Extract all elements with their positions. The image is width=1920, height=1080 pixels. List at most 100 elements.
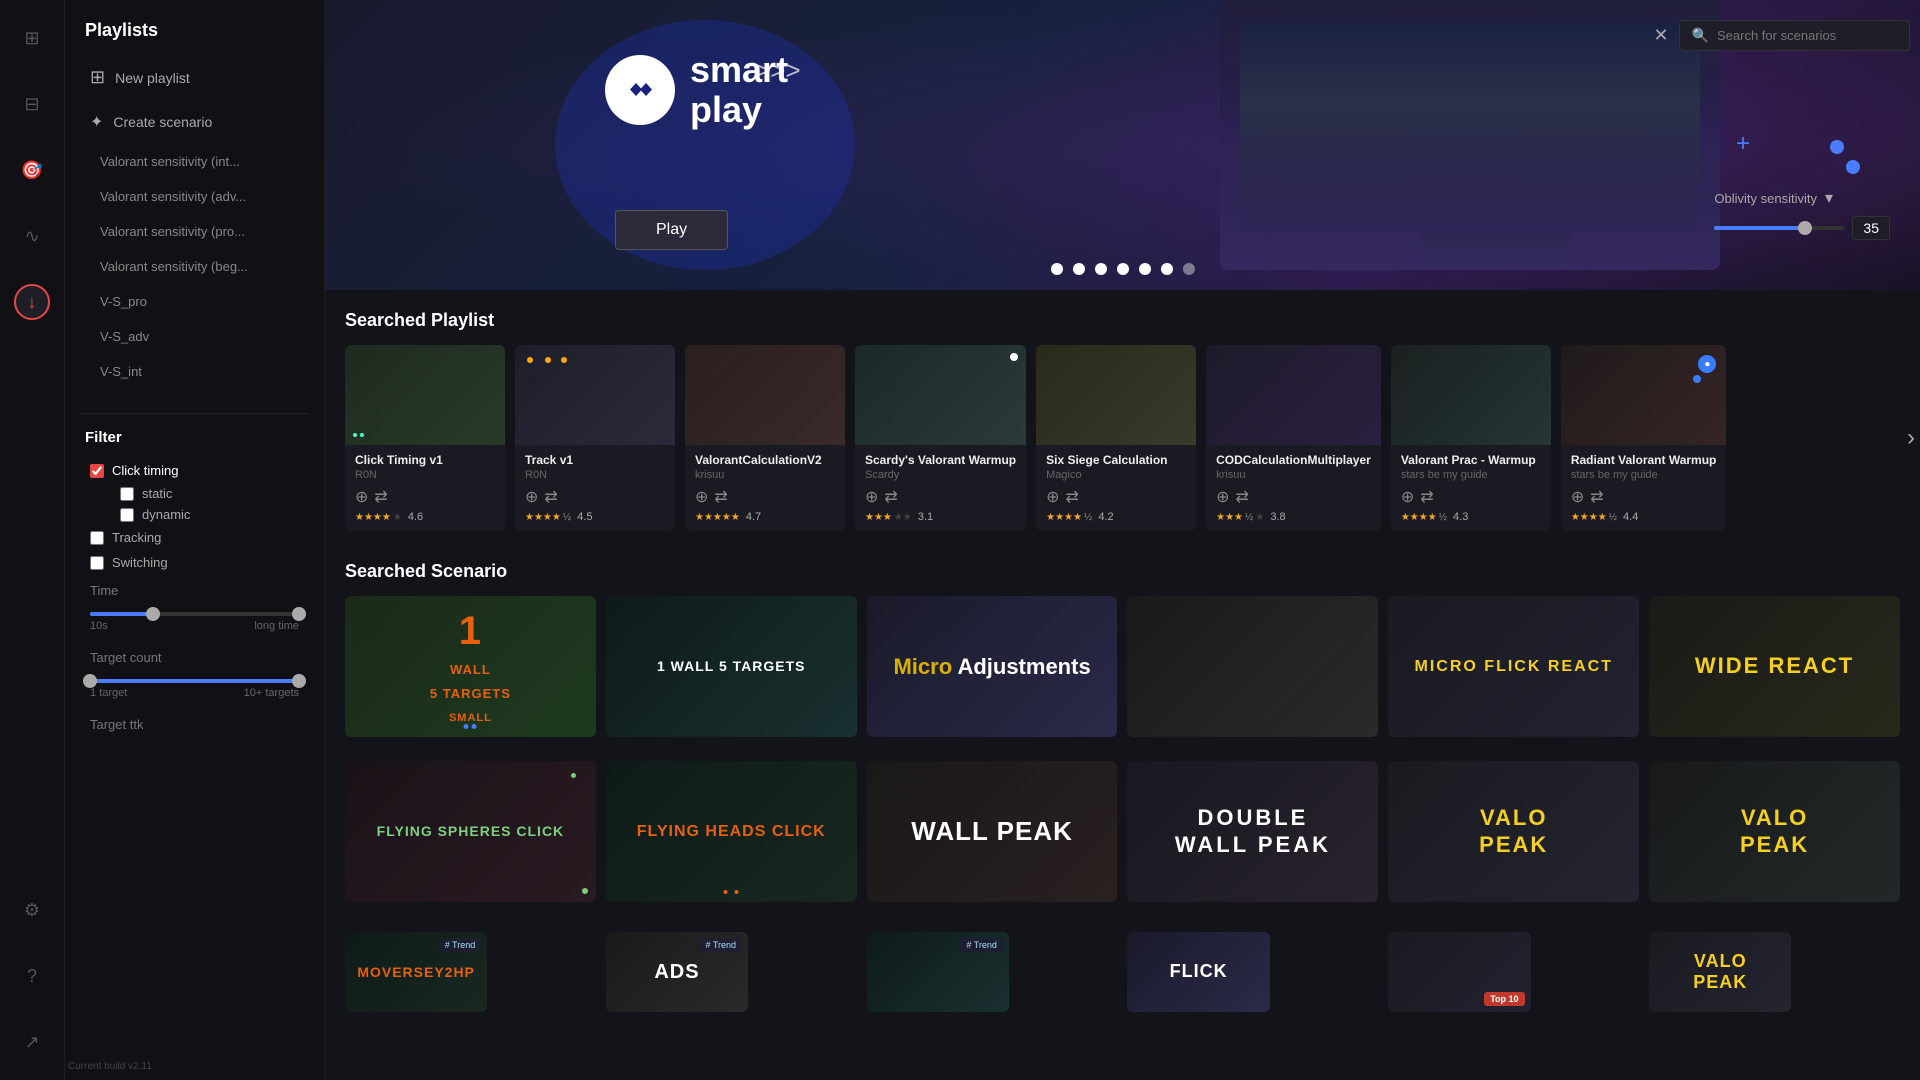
search-box[interactable]: 🔍 [1679, 20, 1910, 51]
scenario-card-3[interactable]: Micro Adjustments [867, 596, 1118, 737]
scenario-card-6[interactable]: WIDE REACT [1649, 596, 1900, 737]
new-playlist-label: New playlist [115, 70, 190, 86]
scenario-card-12[interactable]: VALOPEAK [1649, 761, 1900, 902]
oblivity-slider[interactable] [1714, 226, 1844, 230]
dot-5[interactable] [1139, 263, 1151, 275]
dot-6[interactable] [1161, 263, 1173, 275]
filter-static-checkbox[interactable] [120, 487, 134, 501]
close-icon[interactable]: ✕ [1653, 25, 1668, 46]
layout-icon[interactable]: ⊟ [14, 86, 50, 122]
card-3-add-btn[interactable]: ⊕ [695, 487, 708, 507]
playlist-card-8[interactable]: ● Radiant Valorant Warmup stars be my gu… [1561, 345, 1727, 531]
scenario-card-1[interactable]: 1 wall 5 targets small [345, 596, 596, 737]
filter-tracking[interactable]: Tracking [80, 525, 309, 550]
filter-click-timing-label: Click timing [112, 463, 178, 478]
playlist-card-2[interactable]: Track v1 R0N ⊕ ⇄ ★★★★½4.5 [515, 345, 675, 531]
scenario-card-2[interactable]: 1 WALL 5 TARGETS [606, 596, 857, 737]
banner-pagination-dots [1051, 263, 1195, 275]
card-4-shuffle-btn[interactable]: ⇄ [884, 487, 897, 507]
playlist-card-5[interactable]: Six Siege Calculation Magico ⊕ ⇄ ★★★★½4.… [1036, 345, 1196, 531]
card-7-shuffle-btn[interactable]: ⇄ [1420, 487, 1433, 507]
playlist-card-4[interactable]: Scardy's Valorant Warmup Scardy ⊕ ⇄ ★★★★… [855, 345, 1026, 531]
scenario-card-11[interactable]: VALOPEAK [1388, 761, 1639, 902]
chart-icon[interactable]: ∿ [14, 218, 50, 254]
card-2-name: Track v1 [525, 453, 665, 467]
sidebar-item-valorant-beg[interactable]: Valorant sensitivity (beg... [80, 253, 309, 280]
scenario-card-10[interactable]: DOUBLEWALL PEAK [1127, 761, 1378, 902]
scenario-card-4[interactable] [1127, 596, 1378, 737]
card-3-shuffle-btn[interactable]: ⇄ [714, 487, 727, 507]
filter-click-timing[interactable]: Click timing [80, 458, 309, 483]
card-6-add-btn[interactable]: ⊕ [1216, 487, 1229, 507]
card-7-add-btn[interactable]: ⊕ [1401, 487, 1414, 507]
scenario-card-7[interactable]: flying Spheres click [345, 761, 596, 902]
playlist-card-7[interactable]: Valorant Prac - Warmup stars be my guide… [1391, 345, 1551, 531]
scenario-card-r3-3[interactable]: # Trend [867, 932, 1009, 1012]
card-7-name: Valorant Prac - Warmup [1401, 453, 1541, 467]
card-1-shuffle-btn[interactable]: ⇄ [374, 487, 387, 507]
filter-static[interactable]: static [110, 483, 309, 504]
icon-bar: ⊞ ⊟ 🎯 ∿ ↓ ⚙ ? ↗ [0, 0, 65, 1080]
dot-1[interactable] [1051, 263, 1063, 275]
card-5-add-btn[interactable]: ⊕ [1046, 487, 1059, 507]
play-button[interactable]: Play [615, 210, 728, 250]
filter-title: Filter [80, 429, 309, 446]
help-icon[interactable]: ? [14, 958, 50, 994]
filter-tracking-checkbox[interactable] [90, 531, 104, 545]
dot-4[interactable] [1117, 263, 1129, 275]
card-5-shuffle-btn[interactable]: ⇄ [1066, 487, 1079, 507]
new-playlist-button[interactable]: ⊞ New playlist [80, 59, 309, 96]
download-icon[interactable]: ↓ [14, 284, 50, 320]
filter-switching-label: Switching [112, 555, 168, 570]
export-icon[interactable]: ↗ [14, 1024, 50, 1060]
sidebar-item-valorant-pro[interactable]: Valorant sensitivity (pro... [80, 218, 309, 245]
target-icon[interactable]: 🎯 [14, 152, 50, 188]
oblivity-chevron-icon[interactable]: ▾ [1825, 188, 1833, 208]
card-2-add-btn[interactable]: ⊕ [525, 487, 538, 507]
card-5-rating: 4.2 [1098, 511, 1113, 523]
scenario-card-r3-6[interactable]: VALOPEAK [1649, 932, 1791, 1012]
filter-switching[interactable]: Switching [80, 550, 309, 575]
dot-2[interactable] [1073, 263, 1085, 275]
card-4-add-btn[interactable]: ⊕ [865, 487, 878, 507]
filter-click-timing-checkbox[interactable] [90, 464, 104, 478]
cards-next-arrow[interactable]: › [1907, 424, 1915, 452]
create-scenario-button[interactable]: ✦ Create scenario [80, 104, 309, 140]
card-2-shuffle-btn[interactable]: ⇄ [544, 487, 557, 507]
target-count-slider[interactable]: 1 target 10+ targets [80, 669, 309, 709]
time-slider[interactable]: 10s long time [80, 602, 309, 642]
dot-3[interactable] [1095, 263, 1107, 275]
filter-dynamic-checkbox[interactable] [120, 508, 134, 522]
scenario-card-r3-4[interactable]: FLICK [1127, 932, 1269, 1012]
sidebar-item-valorant-adv[interactable]: Valorant sensitivity (adv... [80, 183, 309, 210]
content-scroll[interactable]: Searched Playlist Click Timing v1 R0N ⊕ … [325, 290, 1920, 1080]
card-1-add-btn[interactable]: ⊕ [355, 487, 368, 507]
target-count-max-label: 10+ targets [244, 687, 299, 699]
scenario-card-9[interactable]: Wall Peak [867, 761, 1118, 902]
create-scenario-label: Create scenario [113, 114, 212, 130]
search-input[interactable] [1717, 28, 1897, 43]
playlist-card-6[interactable]: CODCalculationMultiplayer krisuu ⊕ ⇄ ★★★… [1206, 345, 1381, 531]
card-8-add-btn[interactable]: ⊕ [1571, 487, 1584, 507]
sidebar-item-valorant-int[interactable]: Valorant sensitivity (int... [80, 148, 309, 175]
card-8-shuffle-btn[interactable]: ⇄ [1590, 487, 1603, 507]
card-5-thumb [1036, 345, 1196, 445]
scenario-card-r3-5[interactable]: Top 10 [1388, 932, 1530, 1012]
scenario-card-5[interactable]: MICRO FLICK REACT [1388, 596, 1639, 737]
filter-dynamic[interactable]: dynamic [110, 504, 309, 525]
card-6-shuffle-btn[interactable]: ⇄ [1236, 487, 1249, 507]
playlist-card-1[interactable]: Click Timing v1 R0N ⊕ ⇄ ★★★★★4.6 [345, 345, 505, 531]
scenario-card-r3-1[interactable]: MOVERSEY2HP # Trend [345, 932, 487, 1012]
sidebar-item-vs-adv[interactable]: V-S_adv [80, 323, 309, 350]
scenario-card-8[interactable]: FLYING HEADS CLICK [606, 761, 857, 902]
add-button[interactable]: + [1736, 130, 1750, 158]
dot-7[interactable] [1183, 263, 1195, 275]
sidebar-item-vs-pro[interactable]: V-S_pro [80, 288, 309, 315]
scenario-card-r3-2[interactable]: ADS # Trend [606, 932, 748, 1012]
sidebar-item-vs-int[interactable]: V-S_int [80, 358, 309, 385]
filter-switching-checkbox[interactable] [90, 556, 104, 570]
playlist-card-3[interactable]: ValorantCalculationV2 krisuu ⊕ ⇄ ★★★★★4.… [685, 345, 845, 531]
home-icon[interactable]: ⊞ [14, 20, 50, 56]
settings-icon[interactable]: ⚙ [14, 892, 50, 928]
card-2-rating: 4.5 [577, 511, 592, 523]
